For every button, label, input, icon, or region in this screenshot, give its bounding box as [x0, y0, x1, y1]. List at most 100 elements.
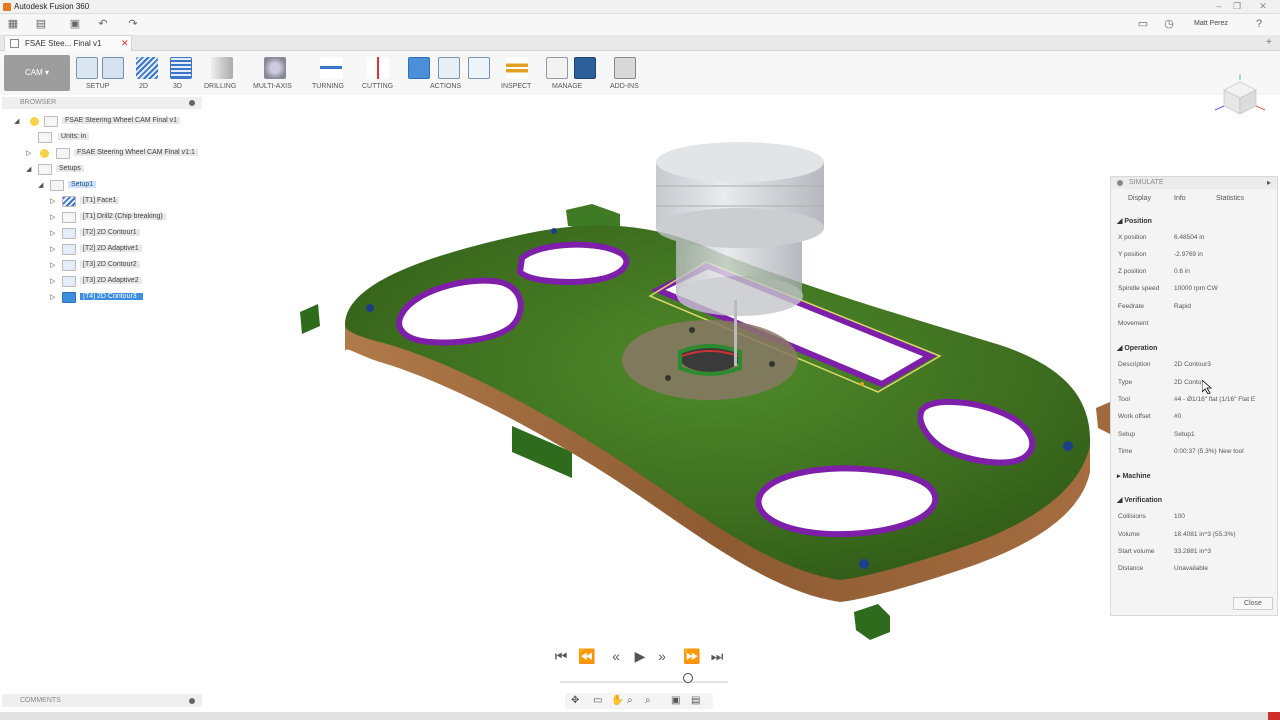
visibility-bulb-icon[interactable]	[40, 149, 49, 158]
tree-row-operation[interactable]: ▷ [T3] 2D Contour2	[50, 260, 200, 272]
help-icon[interactable]: ?	[1252, 18, 1266, 31]
title-bar: Autodesk Fusion 360 – ❐ ✕	[0, 0, 1280, 14]
tree-row-setups[interactable]: ◢ Setups	[26, 164, 186, 176]
inspect-menu[interactable]: INSPECT	[500, 53, 534, 93]
workspace-switcher[interactable]: CAM ▾	[4, 55, 70, 91]
add-ins-label: ADD-INS	[610, 83, 639, 90]
comments-pin-icon[interactable]	[189, 698, 195, 704]
field-value: 2D Contour3	[1174, 361, 1211, 368]
display-settings-icon[interactable]: ▣	[671, 695, 680, 706]
operation-section-header[interactable]: ◢ Operation	[1117, 344, 1157, 352]
collapse-arrow-icon[interactable]: ◢	[26, 165, 31, 173]
expand-arrow-icon[interactable]: ▷	[50, 229, 55, 237]
go-to-start-icon[interactable]: ⏮	[551, 648, 571, 665]
tree-row-operation[interactable]: ▷ [T3] 2D Adaptive2	[50, 276, 200, 288]
step-forward-icon[interactable]: »	[652, 648, 672, 664]
tool-library-icon	[574, 57, 596, 79]
notifications-icon[interactable]: ▭	[1136, 18, 1150, 31]
adaptive-op-icon	[62, 276, 76, 287]
field-value: 10000 rpm CW	[1174, 285, 1218, 292]
manage-menu[interactable]: MANAGE	[546, 53, 596, 93]
grid-settings-icon[interactable]: ▤	[691, 695, 700, 706]
file-menu-icon[interactable]: ▤	[34, 18, 48, 31]
play-icon[interactable]: ▶	[630, 648, 650, 665]
next-operation-icon[interactable]: ⏩	[682, 648, 702, 665]
visibility-bulb-icon[interactable]	[30, 117, 39, 126]
tab-statistics[interactable]: Statistics	[1205, 195, 1244, 208]
expand-arrow-icon[interactable]: ▷	[50, 213, 55, 221]
minimize-icon[interactable]: –	[1212, 1, 1226, 12]
field-value: 100	[1174, 513, 1185, 520]
2d-menu[interactable]: 2D	[136, 53, 160, 93]
comments-panel-header[interactable]: COMMENTS	[2, 694, 202, 707]
go-to-end-icon[interactable]: ⏭	[707, 648, 727, 665]
multi-axis-menu[interactable]: MULTI-AXIS	[252, 53, 300, 93]
expand-arrow-icon[interactable]: ▷	[50, 245, 55, 253]
field-label: Collisions	[1118, 513, 1146, 520]
expand-arrow-icon[interactable]: ▷	[50, 293, 55, 301]
collapse-arrow-icon[interactable]: ◢	[14, 117, 19, 125]
turning-icon	[320, 57, 342, 79]
tree-row-root[interactable]: ◢ FSAE Steering Wheel CAM Final v1	[14, 116, 204, 128]
pocket-cutout	[516, 241, 630, 285]
drilling-menu[interactable]: DRILLING	[204, 53, 240, 93]
zoom-icon[interactable]: ⌕	[627, 695, 633, 706]
tree-row-operation[interactable]: ▷ [T1] Face1	[50, 196, 200, 208]
job-status-icon[interactable]: ◷	[1162, 18, 1176, 31]
expand-arrow-icon[interactable]: ▷	[50, 261, 55, 269]
machine-section-header[interactable]: ▸ Machine	[1117, 472, 1150, 480]
add-ins-menu[interactable]: ADD-INS	[610, 53, 644, 93]
graphics-viewport[interactable]	[200, 100, 1110, 690]
workspace-label: CAM	[24, 68, 43, 77]
view-cube[interactable]	[1210, 72, 1270, 122]
field-value: #4 - Ø1/16" flat (1/16" Flat E	[1174, 396, 1256, 403]
look-at-icon[interactable]: ▭	[593, 695, 602, 706]
field-label: Work offset	[1118, 413, 1151, 420]
previous-operation-icon[interactable]: ⏪	[577, 648, 597, 665]
close-tab-icon[interactable]: ✕	[121, 38, 129, 49]
tree-row-operation[interactable]: ▷ [T2] 2D Contour1	[50, 228, 200, 240]
turning-menu[interactable]: TURNING	[312, 53, 350, 93]
simulate-header[interactable]: SIMULATE ▸	[1111, 177, 1277, 189]
tree-row-operation[interactable]: ▷ [T1] Drill2 (Chip breaking)	[50, 212, 200, 224]
navigation-bar: ✥ ▭ ✋ ⌕ ⌕ ▣ ▤	[565, 693, 713, 709]
document-tab[interactable]: FSAE Stee... Final v1 ✕	[4, 35, 132, 51]
expand-arrow-icon[interactable]: ▷	[26, 149, 31, 157]
timeline-slider-handle[interactable]	[683, 673, 693, 683]
browser-pin-icon[interactable]	[189, 100, 195, 106]
collapse-arrow-icon[interactable]: ◢	[38, 181, 43, 189]
redo-icon[interactable]: ↷	[126, 18, 140, 31]
verification-section-header[interactable]: ◢ Verification	[1117, 496, 1162, 504]
close-window-icon[interactable]: ✕	[1256, 1, 1270, 12]
position-section-header[interactable]: ◢ Position	[1117, 217, 1152, 225]
save-icon[interactable]: ▣	[68, 18, 82, 31]
undo-icon[interactable]: ↶	[96, 18, 110, 31]
browser-panel-header[interactable]: BROWSER	[2, 97, 202, 109]
tab-info[interactable]: Info	[1163, 195, 1186, 208]
tree-row-operation[interactable]: ▷ [T2] 2D Adaptive1	[50, 244, 200, 256]
tree-row-setup1[interactable]: ◢ Setup1	[38, 180, 198, 192]
user-menu[interactable]: Matt Perez	[1194, 20, 1228, 27]
new-tab-icon[interactable]: +	[1266, 37, 1272, 48]
app-grid-icon[interactable]: ▦	[6, 18, 20, 31]
step-back-icon[interactable]: «	[606, 648, 626, 664]
tree-row-operation-selected[interactable]: ▷ [T4] 2D Contour3	[50, 292, 200, 304]
expand-panel-icon[interactable]: ▸	[1267, 178, 1271, 187]
tree-row-model[interactable]: ▷ FSAE Steering Wheel CAM Final v1:1	[26, 148, 206, 160]
section-title: Position	[1124, 218, 1152, 225]
actions-menu[interactable]: ACTIONS	[408, 53, 492, 93]
hub-hole	[689, 327, 695, 333]
close-button[interactable]: Close	[1233, 597, 1273, 610]
timeline-track[interactable]	[560, 681, 728, 683]
expand-arrow-icon[interactable]: ▷	[50, 197, 55, 205]
3d-menu[interactable]: 3D	[170, 53, 194, 93]
expand-arrow-icon[interactable]: ▷	[50, 277, 55, 285]
cutting-menu[interactable]: CUTTING	[362, 53, 394, 93]
maximize-icon[interactable]: ❐	[1230, 1, 1244, 12]
pan-icon[interactable]: ✋	[611, 695, 623, 706]
fit-icon[interactable]: ⌕	[645, 695, 651, 706]
tab-display[interactable]: Display	[1117, 195, 1151, 208]
orbit-icon[interactable]: ✥	[571, 695, 579, 706]
tree-row-units[interactable]: Units: in	[38, 132, 198, 144]
setup-menu[interactable]: SETUP	[76, 53, 126, 93]
